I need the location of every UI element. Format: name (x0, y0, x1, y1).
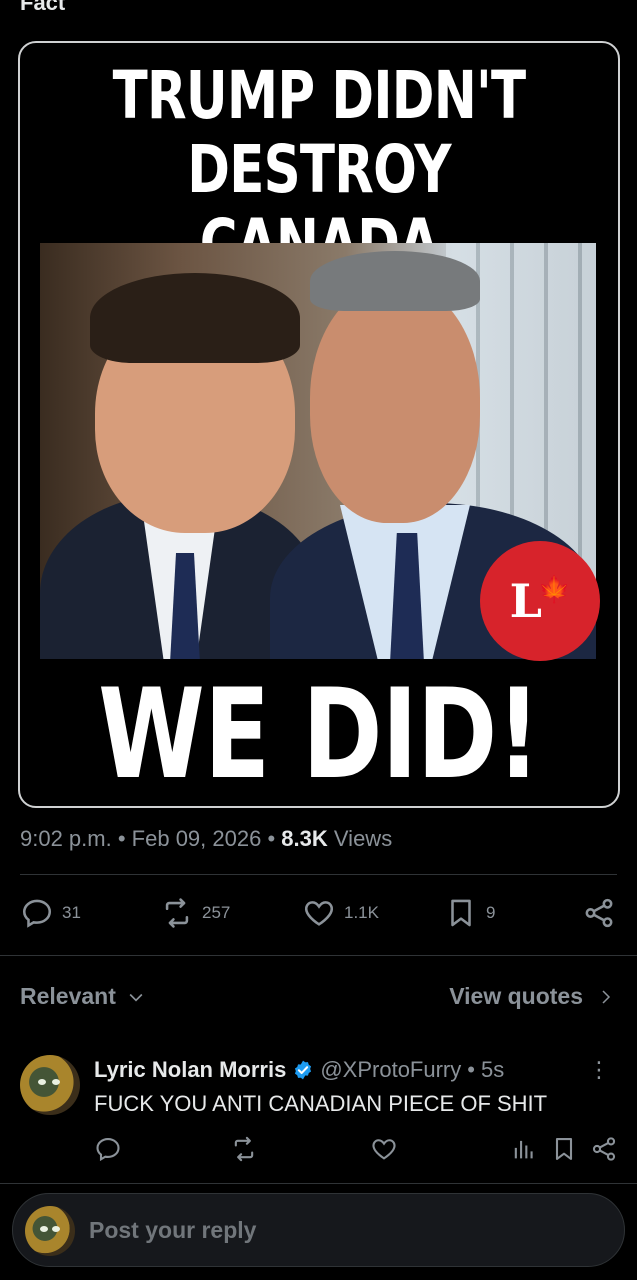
avatar-eye (52, 1079, 60, 1085)
reply-analytics-button[interactable] (510, 1135, 538, 1168)
more-options-icon[interactable]: ⋮ (588, 1057, 610, 1083)
reply-repost-button[interactable] (230, 1135, 258, 1168)
analytics-icon (514, 1140, 533, 1159)
man-left-hair (90, 273, 300, 363)
sort-dropdown[interactable]: Relevant (20, 983, 146, 1010)
bookmark-icon (555, 1138, 573, 1160)
divider (0, 955, 637, 956)
views-count: 8.3K (281, 826, 328, 851)
heart-icon (304, 901, 334, 926)
bookmark-count: 9 (486, 903, 496, 922)
repost-button[interactable]: 257 (160, 896, 230, 930)
bookmark-button[interactable]: 9 (444, 896, 495, 930)
verified-badge-icon (295, 1060, 312, 1080)
post-action-bar: 31 257 1.1K 9 (20, 893, 617, 933)
bookmark-icon (451, 899, 471, 927)
headline-bottom: WE DID! (98, 663, 540, 807)
chevron-right-icon (602, 989, 611, 1004)
post-time[interactable]: 9:02 p.m. (20, 826, 112, 851)
maple-leaf-icon: 🍁 (537, 575, 571, 605)
reply-count: 31 (62, 903, 81, 922)
reply-author-name[interactable]: Lyric Nolan Morris (94, 1057, 286, 1083)
view-quotes-link[interactable]: View quotes (449, 983, 615, 1010)
avatar[interactable] (20, 1055, 80, 1115)
reply-composer[interactable]: Post your reply (12, 1193, 625, 1267)
repost-count: 257 (202, 903, 231, 922)
avatar-eye (40, 1226, 48, 1232)
liberal-party-logo: L 🍁 (480, 541, 600, 661)
meta-separator: • (267, 826, 276, 851)
reply-share-button[interactable] (590, 1135, 618, 1168)
repost-icon (234, 1136, 254, 1162)
like-button[interactable]: 1.1K (302, 896, 379, 930)
partial-post-text: Fact (20, 0, 66, 15)
sort-label: Relevant (20, 983, 116, 1009)
share-icon (585, 898, 613, 928)
post-meta: 9:02 p.m. • Feb 09, 2026 • 8.3K Views (20, 826, 392, 852)
reply-author-handle[interactable]: @XProtoFurry (320, 1057, 461, 1083)
headline-line-1: TRUMP DIDN'T (112, 57, 526, 134)
man-right-head (310, 283, 480, 523)
chevron-down-icon (129, 993, 143, 1002)
share-icon (592, 1137, 616, 1161)
view-quotes-label: View quotes (449, 983, 583, 1009)
post-media-image[interactable]: TRUMP DIDN'T DESTROY CANADA L 🍁 WE DID! (18, 41, 620, 808)
reply-age: 5s (480, 1057, 505, 1082)
reply-like-button[interactable] (370, 1135, 398, 1168)
like-count: 1.1K (344, 903, 379, 922)
reply-button[interactable]: 31 (20, 896, 81, 930)
reply-reply-button[interactable] (94, 1135, 122, 1168)
reply-header: Lyric Nolan Morris @XProtoFurry • 5s (94, 1057, 504, 1083)
reply-separator: • (467, 1057, 475, 1082)
divider (20, 874, 617, 875)
reply-text: FUCK YOU ANTI CANADIAN PIECE OF SHIT (94, 1091, 548, 1116)
reply-icon (96, 1138, 120, 1162)
views-label: Views (333, 826, 393, 851)
avatar-eye (38, 1079, 46, 1085)
composer-avatar (25, 1206, 75, 1256)
post-date[interactable]: Feb 09, 2026 (132, 826, 262, 851)
heart-icon (372, 1139, 396, 1160)
reply-input[interactable]: Post your reply (89, 1217, 256, 1244)
repost-icon (165, 898, 189, 928)
reply-icon (22, 899, 52, 928)
reply-action-bar (20, 1135, 617, 1171)
divider (0, 1183, 637, 1184)
share-button[interactable] (582, 896, 616, 930)
reply-bookmark-button[interactable] (550, 1135, 578, 1168)
man-right-hair (310, 251, 480, 311)
avatar-eye (52, 1226, 60, 1232)
meta-separator: • (117, 826, 126, 851)
